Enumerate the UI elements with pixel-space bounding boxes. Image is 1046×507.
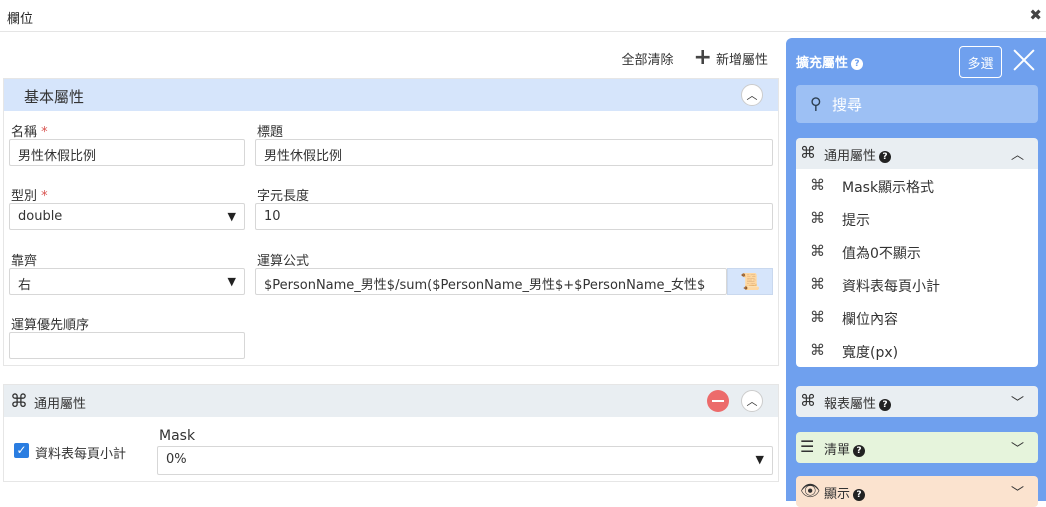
question-icon[interactable]: ? bbox=[879, 398, 892, 411]
subtotal-checkbox[interactable]: ✓ bbox=[14, 443, 29, 458]
group-title: 通用屬性 bbox=[824, 149, 877, 164]
add-property-label: 新增屬性 bbox=[715, 52, 768, 68]
group-title: 清單 bbox=[824, 443, 851, 458]
panel-title: 通用屬性 bbox=[34, 397, 87, 412]
chevron-up-icon: ︿ bbox=[1010, 148, 1024, 163]
group-report-header[interactable]: ⌘ 報表屬性? ﹀ bbox=[796, 386, 1038, 417]
command-icon: ⌘ bbox=[800, 143, 816, 162]
priority-input[interactable] bbox=[9, 332, 245, 359]
align-select[interactable]: 右 bbox=[9, 268, 245, 295]
list-item[interactable]: ⌘ 欄位內容 bbox=[796, 301, 1038, 334]
window-title: 欄位 bbox=[7, 12, 34, 27]
list-item[interactable]: ⌘ Mask顯示格式 bbox=[796, 169, 1038, 202]
formula-label: 運算公式 bbox=[257, 254, 310, 269]
chevron-up-icon[interactable]: ︿ bbox=[741, 390, 763, 412]
list-icon: ☰ bbox=[800, 437, 815, 456]
priority-label: 運算優先順序 bbox=[11, 318, 90, 333]
clear-all-label: 全部清除 bbox=[621, 52, 674, 68]
panel-title: 基本屬性 bbox=[24, 88, 85, 106]
group-title: 報表屬性 bbox=[824, 397, 877, 412]
remove-icon[interactable] bbox=[707, 390, 729, 412]
command-gear-icon: ⌘ bbox=[810, 242, 825, 260]
group-title: 顯示 bbox=[824, 487, 851, 502]
group-general: ⌘ 通用屬性? ︿ ⌘ Mask顯示格式 ⌘ 提示 ⌘ 值為0不顯示 ⌘ 資料表每頁小計… bbox=[796, 138, 1038, 367]
mask-select[interactable]: 0% bbox=[157, 446, 773, 475]
command-gear-icon: ⌘ bbox=[810, 275, 825, 293]
window-titlebar: 欄位 ✖ bbox=[0, 0, 1046, 32]
group-display: 👁 顯示? ﹀ bbox=[796, 476, 1038, 507]
align-value: 右 bbox=[18, 278, 32, 293]
main-area: 全部清除 + 新增屬性 基本屬性 ︿ 名稱 * 男性休假比例 標題 男性休假比例… bbox=[0, 32, 782, 501]
search-icon: ⚲ bbox=[810, 94, 822, 113]
close-icon[interactable] bbox=[1012, 48, 1036, 72]
list-item[interactable]: ⌘ 資料表每頁小計 bbox=[796, 268, 1038, 301]
plus-icon: + bbox=[693, 45, 712, 70]
caption-input[interactable]: 男性休假比例 bbox=[255, 139, 773, 166]
command-icon: ⌘ bbox=[10, 391, 28, 412]
mask-label: Mask bbox=[159, 428, 196, 444]
general-properties-panel: ⌘ 通用屬性 ︿ ✓ 資料表每頁小計 Mask 0% bbox=[3, 384, 779, 482]
question-icon[interactable]: ? bbox=[853, 444, 866, 457]
command-gear-icon: ⌘ bbox=[810, 176, 825, 194]
formula-input[interactable]: $PersonName_男性$/sum($PersonName_男性$+$Per… bbox=[255, 268, 727, 295]
basic-properties-header[interactable]: 基本屬性 ︿ bbox=[4, 79, 778, 111]
toolbar: 全部清除 + 新增屬性 bbox=[622, 47, 768, 69]
name-input[interactable]: 男性休假比例 bbox=[9, 139, 245, 166]
length-input[interactable]: 10 bbox=[255, 203, 773, 230]
subtotal-label: 資料表每頁小計 bbox=[35, 447, 127, 462]
command-gear-icon: ⌘ bbox=[810, 341, 825, 359]
basic-properties-panel: 基本屬性 ︿ 名稱 * 男性休假比例 標題 男性休假比例 型別 * double… bbox=[3, 78, 779, 366]
question-icon[interactable]: ? bbox=[879, 150, 892, 163]
script-icon[interactable]: 📜 bbox=[727, 268, 773, 295]
group-general-header[interactable]: ⌘ 通用屬性? ︿ bbox=[796, 138, 1038, 169]
list-item[interactable]: ⌘ 提示 bbox=[796, 202, 1038, 235]
name-label: 名稱 * bbox=[11, 125, 48, 140]
question-icon[interactable]: ? bbox=[851, 57, 864, 70]
chevron-down-icon: ﹀ bbox=[1010, 442, 1024, 457]
caption-label: 標題 bbox=[257, 125, 284, 140]
group-report: ⌘ 報表屬性? ﹀ bbox=[796, 386, 1038, 417]
type-value: double bbox=[18, 209, 63, 224]
group-general-items: ⌘ Mask顯示格式 ⌘ 提示 ⌘ 值為0不顯示 ⌘ 資料表每頁小計 ⌘ 欄位內容 ⌘ 寬度… bbox=[796, 169, 1038, 367]
type-select[interactable]: double bbox=[9, 203, 245, 230]
search-input[interactable]: ⚲ 搜尋 bbox=[796, 85, 1038, 123]
type-label: 型別 * bbox=[11, 189, 48, 204]
eye-icon: 👁 bbox=[800, 481, 821, 500]
chevron-down-icon: ﹀ bbox=[1010, 396, 1024, 411]
command-gear-icon: ⌘ bbox=[810, 209, 825, 227]
chevron-down-icon: ﹀ bbox=[1010, 486, 1024, 501]
multi-select-button[interactable]: 多選 bbox=[959, 46, 1002, 78]
clear-all-button[interactable]: 全部清除 bbox=[622, 49, 674, 68]
group-list: ☰ 清單? ﹀ bbox=[796, 432, 1038, 463]
mask-value: 0% bbox=[166, 452, 187, 467]
command-gear-icon: ⌘ bbox=[810, 308, 825, 326]
command-icon: ⌘ bbox=[800, 391, 816, 410]
close-icon[interactable]: ✖ bbox=[1029, 6, 1042, 24]
length-label: 字元長度 bbox=[257, 189, 310, 204]
chevron-up-icon[interactable]: ︿ bbox=[741, 84, 763, 106]
group-display-header[interactable]: 👁 顯示? ﹀ bbox=[796, 476, 1038, 507]
general-properties-header[interactable]: ⌘ 通用屬性 ︿ bbox=[4, 385, 778, 417]
sidebar-title: 擴充屬性? bbox=[796, 52, 864, 71]
question-icon[interactable]: ? bbox=[853, 488, 866, 501]
group-list-header[interactable]: ☰ 清單? ﹀ bbox=[796, 432, 1038, 463]
search-placeholder: 搜尋 bbox=[832, 96, 863, 114]
list-item[interactable]: ⌘ 寬度(px) bbox=[796, 334, 1038, 367]
add-property-button[interactable]: + 新增屬性 bbox=[693, 45, 768, 70]
list-item[interactable]: ⌘ 值為0不顯示 bbox=[796, 235, 1038, 268]
align-label: 靠齊 bbox=[11, 254, 38, 269]
extended-properties-sidebar: 擴充屬性? 多選 ⚲ 搜尋 ⌘ 通用屬性? ︿ ⌘ Mask顯示格式 ⌘ 提示 ⌘ 值… bbox=[786, 38, 1046, 507]
